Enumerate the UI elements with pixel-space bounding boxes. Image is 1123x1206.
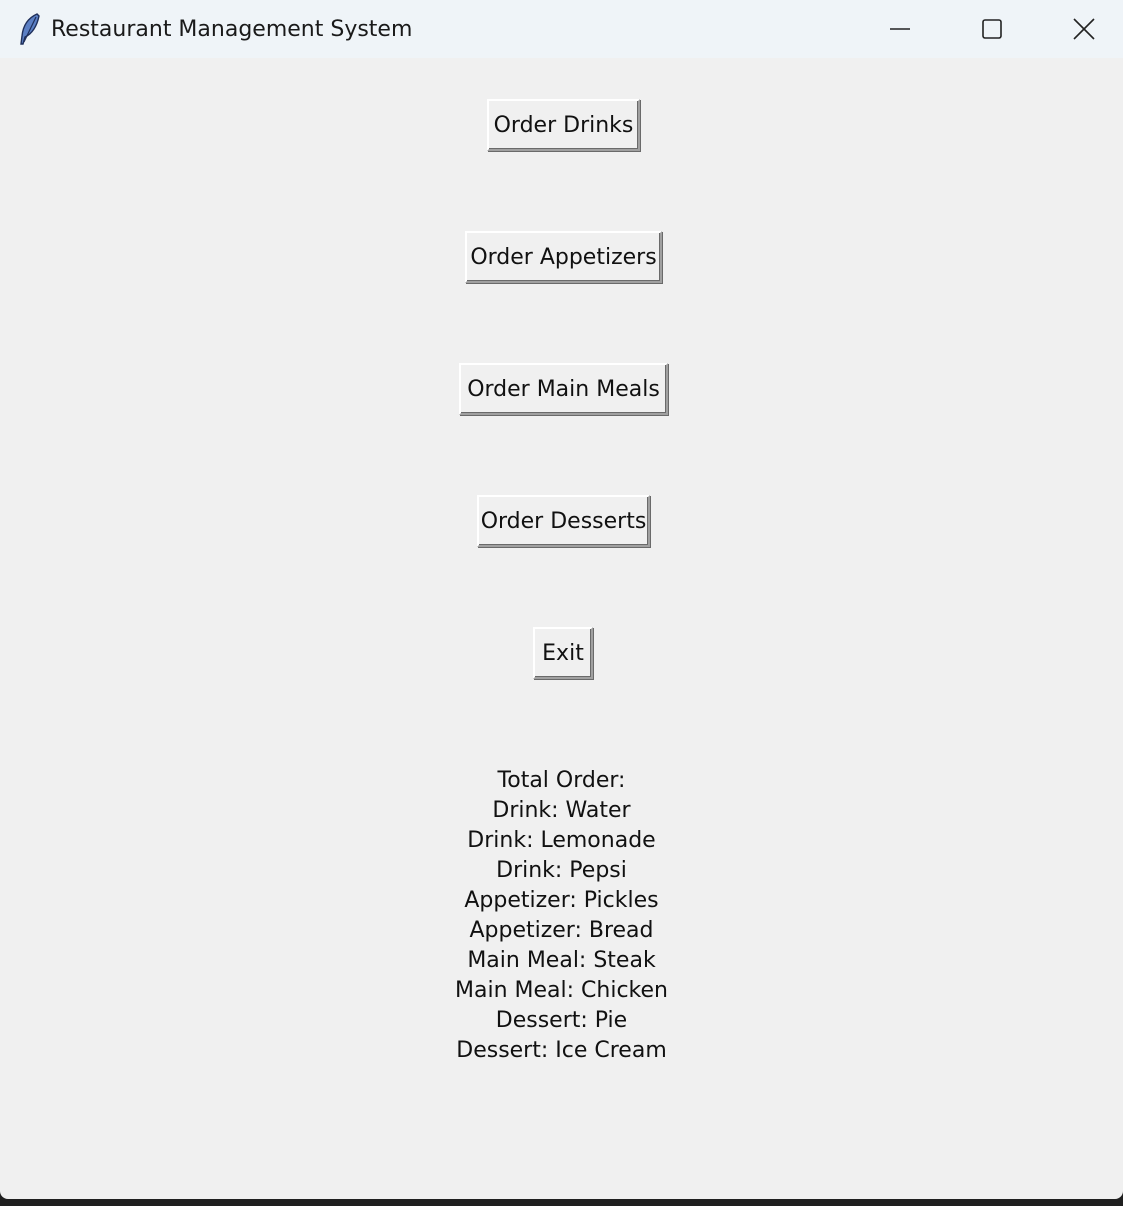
main-content: Order Drinks Order Appetizers Order Main… [0, 58, 1123, 1199]
maximize-button[interactable] [946, 0, 1038, 58]
order-appetizers-button[interactable]: Order Appetizers [465, 231, 662, 283]
order-drinks-button[interactable]: Order Drinks [487, 99, 640, 151]
order-item: Appetizer: Bread [469, 918, 654, 943]
exit-button[interactable]: Exit [533, 627, 593, 679]
minimize-button[interactable] [854, 0, 946, 58]
app-window: Restaurant Management System Order Drink… [0, 0, 1123, 1199]
title-bar[interactable]: Restaurant Management System [0, 0, 1123, 58]
order-main-meals-button[interactable]: Order Main Meals [459, 363, 668, 415]
close-icon [1073, 18, 1095, 40]
order-desserts-button[interactable]: Order Desserts [477, 495, 650, 547]
maximize-icon [982, 19, 1002, 39]
order-item: Main Meal: Chicken [455, 978, 668, 1003]
order-item: Dessert: Pie [495, 1008, 628, 1033]
order-summary: Total Order: Drink: Water Drink: Lemonad… [0, 766, 1123, 1066]
feather-icon [18, 12, 42, 46]
window-title: Restaurant Management System [51, 17, 413, 42]
order-item: Main Meal: Steak [467, 948, 656, 973]
order-item: Appetizer: Pickles [464, 888, 659, 913]
order-heading: Total Order: [497, 768, 626, 793]
minimize-icon [890, 19, 910, 39]
order-item: Drink: Pepsi [496, 858, 627, 883]
order-item: Dessert: Ice Cream [456, 1038, 667, 1063]
close-button[interactable] [1038, 0, 1123, 58]
order-item: Drink: Water [492, 798, 631, 823]
order-item: Drink: Lemonade [467, 828, 656, 853]
